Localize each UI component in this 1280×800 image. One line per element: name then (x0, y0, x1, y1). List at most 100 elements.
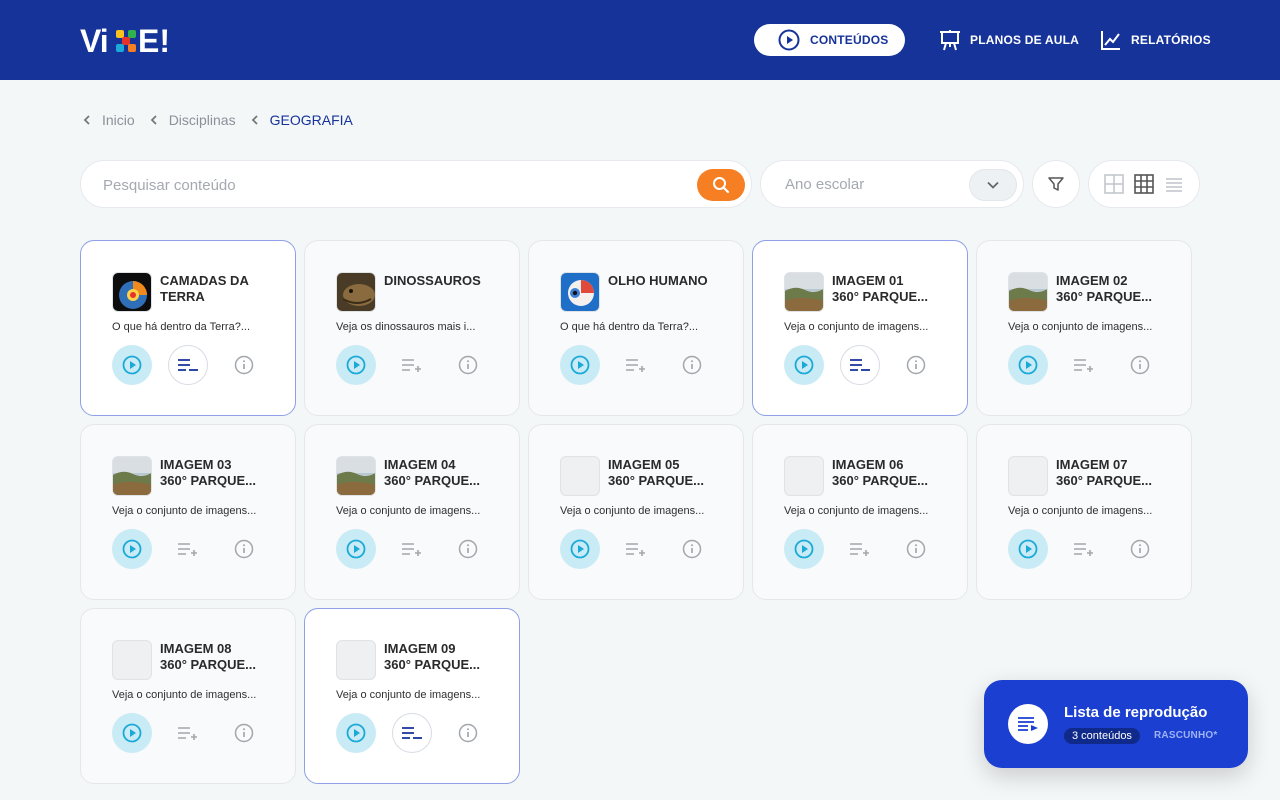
play-button[interactable] (112, 529, 152, 569)
play-icon (122, 355, 142, 375)
content-title-line: IMAGEM 07 (1056, 457, 1128, 472)
content-description: Veja o conjunto de imagens... (1008, 505, 1153, 517)
add-to-playlist-icon (1074, 543, 1093, 556)
content-card[interactable]: IMAGEM 07 360° PARQUE... Veja o conjunto d… (976, 424, 1192, 600)
remove-from-playlist-button[interactable] (168, 345, 208, 385)
content-thumbnail (112, 640, 152, 680)
content-card[interactable]: IMAGEM 05 360° PARQUE... Veja o conjunto d… (528, 424, 744, 600)
remove-from-playlist-button[interactable] (392, 713, 432, 753)
playlist-icon (1018, 717, 1038, 731)
info-button[interactable] (1120, 529, 1160, 569)
play-button[interactable] (560, 345, 600, 385)
content-card[interactable]: IMAGEM 02 360° PARQUE... Veja o conjunto d… (976, 240, 1192, 416)
school-year-placeholder: Ano escolar (785, 176, 865, 193)
add-to-playlist-icon (626, 359, 645, 372)
content-card[interactable]: IMAGEM 09 360° PARQUE... Veja o conjunto d… (304, 608, 520, 784)
content-title: IMAGEM 04 360° PARQUE... (384, 457, 504, 489)
info-button[interactable] (1120, 345, 1160, 385)
content-card[interactable]: IMAGEM 08 360° PARQUE... Veja o conjunto d… (80, 608, 296, 784)
info-button[interactable] (224, 529, 264, 569)
search-button[interactable] (697, 169, 745, 201)
nav-reports-link[interactable]: RELATÓRIOS (1099, 28, 1211, 52)
search-input[interactable] (103, 173, 663, 197)
content-description: Veja o conjunto de imagens... (336, 505, 481, 517)
content-card[interactable]: IMAGEM 03 360° PARQUE... Veja o conjunto d… (80, 424, 296, 600)
small-grid-view-icon[interactable] (1134, 174, 1154, 194)
info-icon (458, 723, 478, 743)
remove-from-playlist-button[interactable] (840, 345, 880, 385)
content-title: IMAGEM 09 360° PARQUE... (384, 641, 504, 673)
content-description: Veja os dinossauros mais i... (336, 321, 476, 333)
content-card[interactable]: IMAGEM 01 360° PARQUE... Veja o conjunto d… (752, 240, 968, 416)
content-description: Veja o conjunto de imagens... (112, 689, 257, 701)
content-title: DINOSSAUROS (384, 273, 504, 289)
info-button[interactable] (224, 713, 264, 753)
info-button[interactable] (448, 713, 488, 753)
content-card[interactable]: DINOSSAUROS Veja os dinossauros mais i... (304, 240, 520, 416)
play-icon (122, 539, 142, 559)
add-to-playlist-button[interactable] (392, 345, 432, 385)
add-to-playlist-button[interactable] (1064, 529, 1104, 569)
info-button[interactable] (448, 345, 488, 385)
view-mode-toggle (1088, 160, 1200, 208)
info-button[interactable] (896, 345, 936, 385)
breadcrumb-inicio[interactable]: Inicio (102, 112, 135, 128)
play-button[interactable] (784, 529, 824, 569)
play-button[interactable] (560, 529, 600, 569)
play-button[interactable] (112, 713, 152, 753)
content-title-line: 360° PARQUE... (160, 473, 256, 488)
filter-button[interactable] (1032, 160, 1080, 208)
add-to-playlist-button[interactable] (616, 345, 656, 385)
content-thumbnail (336, 456, 376, 496)
play-button[interactable] (112, 345, 152, 385)
play-button[interactable] (336, 345, 376, 385)
info-button[interactable] (896, 529, 936, 569)
nav-lesson-plans-link[interactable]: PLANOS DE AULA (938, 28, 1079, 52)
nav-contents-label: CONTEÚDOS (810, 33, 889, 47)
school-year-select[interactable]: Ano escolar (760, 160, 1024, 208)
breadcrumb-disciplinas[interactable]: Disciplinas (169, 112, 236, 128)
info-button[interactable] (448, 529, 488, 569)
play-button[interactable] (336, 713, 376, 753)
info-button[interactable] (672, 345, 712, 385)
content-card[interactable]: CAMADAS DA TERRA O que há dentro da Terra?… (80, 240, 296, 416)
info-icon (458, 355, 478, 375)
play-icon (570, 539, 590, 559)
content-title-line: IMAGEM 02 (1056, 273, 1128, 288)
play-icon (346, 539, 366, 559)
vixe-logo[interactable]: Vi E! (80, 22, 190, 60)
content-card[interactable]: IMAGEM 04 360° PARQUE... Veja o conjunto d… (304, 424, 520, 600)
playlist-panel[interactable]: Lista de reprodução 3 conteúdos RASCUNHO… (984, 680, 1248, 768)
in-playlist-icon (850, 359, 870, 371)
school-year-dropdown-button[interactable] (969, 169, 1017, 201)
nav-lesson-plans-label: PLANOS DE AULA (970, 33, 1080, 47)
content-title-line: IMAGEM 06 (832, 457, 904, 472)
search-bar (80, 160, 752, 208)
play-button[interactable] (1008, 529, 1048, 569)
add-to-playlist-button[interactable] (392, 529, 432, 569)
play-button[interactable] (784, 345, 824, 385)
play-icon (1018, 539, 1038, 559)
add-to-playlist-button[interactable] (168, 713, 208, 753)
add-to-playlist-button[interactable] (1064, 345, 1104, 385)
content-title: IMAGEM 03 360° PARQUE... (160, 457, 280, 489)
add-to-playlist-button[interactable] (616, 529, 656, 569)
content-thumbnail (112, 272, 152, 312)
add-to-playlist-button[interactable] (840, 529, 880, 569)
playlist-title: Lista de reprodução (1064, 704, 1208, 721)
list-view-icon[interactable] (1164, 174, 1184, 194)
play-button[interactable] (336, 529, 376, 569)
play-button[interactable] (1008, 345, 1048, 385)
content-card[interactable]: IMAGEM 06 360° PARQUE... Veja o conjunto d… (752, 424, 968, 600)
nav-contents-button[interactable]: CONTEÚDOS (754, 24, 905, 56)
info-button[interactable] (224, 345, 264, 385)
content-card[interactable]: OLHO HUMANO O que há dentro da Terra?... (528, 240, 744, 416)
content-title-line: IMAGEM 01 (832, 273, 904, 288)
info-icon (906, 355, 926, 375)
content-title-line: CAMADAS DA (160, 273, 249, 288)
info-button[interactable] (672, 529, 712, 569)
content-title-line: 360° PARQUE... (384, 657, 480, 672)
large-grid-view-icon[interactable] (1104, 174, 1124, 194)
add-to-playlist-button[interactable] (168, 529, 208, 569)
content-title-line: OLHO HUMANO (608, 273, 708, 288)
